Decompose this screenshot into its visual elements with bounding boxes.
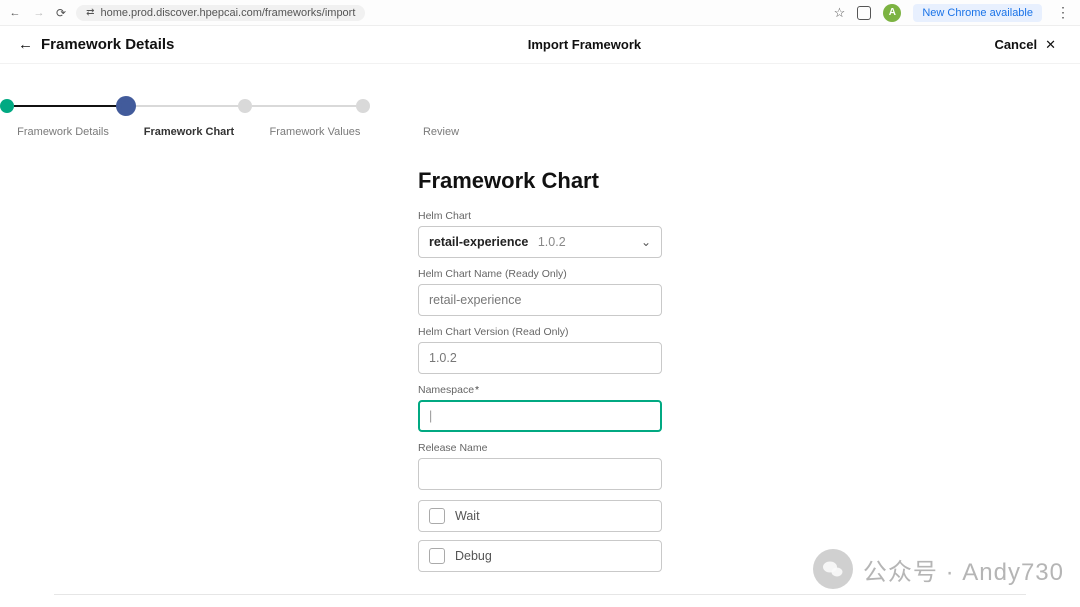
profile-avatar[interactable]: A [883, 4, 901, 22]
page-header: ← Framework Details Import Framework Can… [0, 26, 1080, 64]
wait-checkbox-row[interactable]: Wait [418, 500, 662, 532]
step-dot-3[interactable] [238, 99, 252, 113]
step-dot-4[interactable] [356, 99, 370, 113]
helm-chart-name-label: Helm Chart Name (Ready Only) [418, 268, 662, 280]
chrome-menu-icon[interactable]: ⋮ [1054, 4, 1072, 21]
wait-checkbox[interactable] [429, 508, 445, 524]
step-dot-1[interactable] [0, 99, 14, 113]
text-caret: | [429, 409, 432, 423]
release-name-label: Release Name [418, 442, 662, 454]
debug-checkbox-label: Debug [455, 549, 492, 563]
step-label-3[interactable]: Framework Values [252, 126, 378, 138]
framework-chart-form: Framework Chart Helm Chart retail-experi… [418, 168, 662, 572]
site-info-icon[interactable]: ⇄ [86, 7, 94, 18]
helm-chart-name-value: retail-experience [429, 293, 521, 307]
chrome-update-button[interactable]: New Chrome available [913, 4, 1042, 22]
nav-forward-icon[interactable]: → [32, 7, 46, 19]
extensions-icon[interactable] [857, 6, 871, 20]
form-title: Framework Chart [418, 168, 662, 194]
release-name-input[interactable] [418, 458, 662, 490]
namespace-label: Namespace [418, 384, 662, 396]
namespace-input[interactable]: | [418, 400, 662, 432]
browser-chrome: ← → ⟳ ⇄ home.prod.discover.hpepcai.com/f… [0, 0, 1080, 26]
close-icon[interactable]: ✕ [1045, 37, 1056, 53]
step-connector-2 [134, 105, 238, 107]
progress-stepper: Framework Details Framework Chart Framew… [0, 98, 1080, 138]
wechat-icon [813, 549, 853, 589]
step-connector-3 [252, 105, 356, 107]
step-dot-2[interactable] [118, 98, 134, 114]
debug-checkbox-row[interactable]: Debug [418, 540, 662, 572]
chevron-down-icon: ⌄ [641, 235, 651, 249]
helm-chart-selected-name: retail-experience [429, 235, 528, 249]
bookmark-star-icon[interactable]: ☆ [834, 5, 846, 21]
back-arrow-icon[interactable]: ← [18, 36, 33, 53]
debug-checkbox[interactable] [429, 548, 445, 564]
helm-chart-version-value: 1.0.2 [429, 351, 457, 365]
reload-icon[interactable]: ⟳ [56, 6, 66, 20]
footer-divider [54, 594, 1026, 595]
watermark: 公众号 · Andy730 [813, 549, 1064, 589]
breadcrumb-title[interactable]: Framework Details [41, 36, 174, 53]
helm-chart-version-label: Helm Chart Version (Read Only) [418, 326, 662, 338]
helm-chart-selected-version: 1.0.2 [538, 235, 566, 249]
helm-chart-select[interactable]: retail-experience 1.0.2 ⌄ [418, 226, 662, 258]
watermark-text: 公众号 · Andy730 [863, 552, 1064, 587]
nav-back-icon[interactable]: ← [8, 7, 22, 19]
cancel-button[interactable]: Cancel [994, 37, 1037, 52]
step-label-2[interactable]: Framework Chart [126, 126, 252, 138]
helm-chart-version-input: 1.0.2 [418, 342, 662, 374]
step-label-4[interactable]: Review [378, 126, 504, 138]
helm-chart-label: Helm Chart [418, 210, 662, 222]
step-label-1[interactable]: Framework Details [0, 126, 126, 138]
address-bar[interactable]: ⇄ home.prod.discover.hpepcai.com/framewo… [76, 5, 365, 21]
wait-checkbox-label: Wait [455, 509, 480, 523]
url-text: home.prod.discover.hpepcai.com/framework… [100, 7, 355, 19]
step-connector-1 [14, 105, 118, 107]
page-title: Import Framework [528, 37, 641, 52]
helm-chart-name-input: retail-experience [418, 284, 662, 316]
